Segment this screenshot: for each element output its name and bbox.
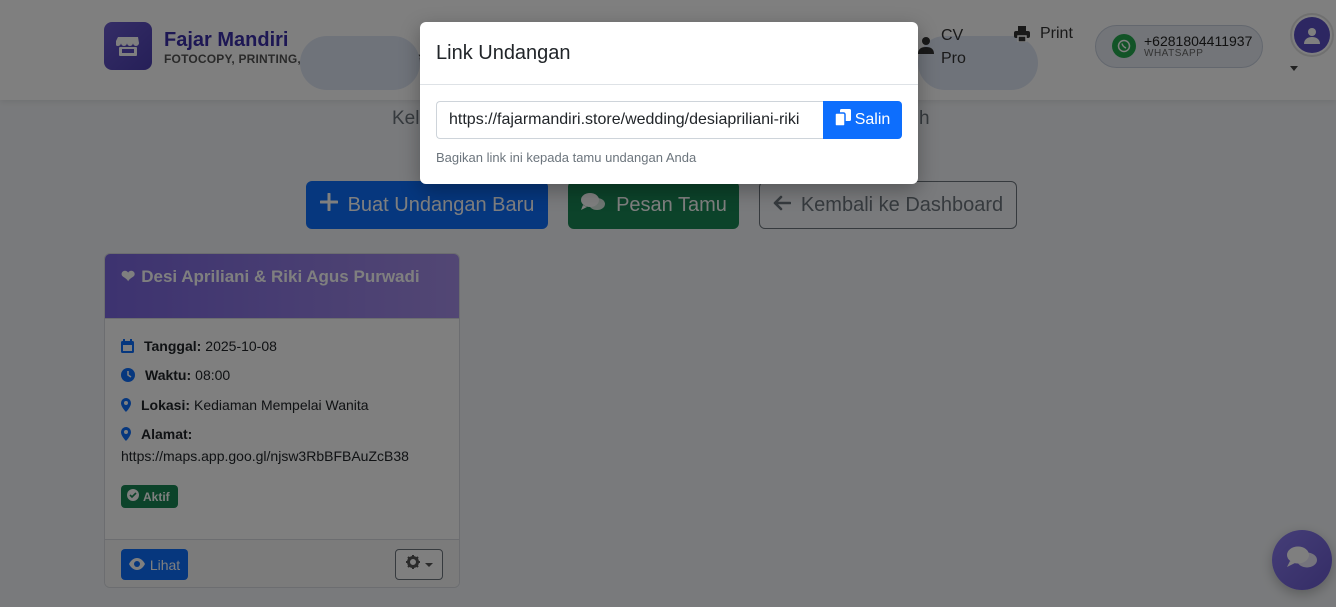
modal-header: Link Undangan — [420, 22, 918, 85]
invitation-link-modal: Link Undangan Salin Bagikan link ini kep… — [420, 22, 918, 184]
copy-link-button[interactable]: Salin — [823, 101, 902, 139]
copy-label: Salin — [854, 111, 891, 128]
invitation-link-input[interactable] — [436, 101, 824, 139]
modal-title: Link Undangan — [436, 42, 571, 64]
copy-icon — [833, 109, 851, 131]
modal-help-text: Bagikan link ini kepada tamu undangan An… — [436, 150, 697, 165]
